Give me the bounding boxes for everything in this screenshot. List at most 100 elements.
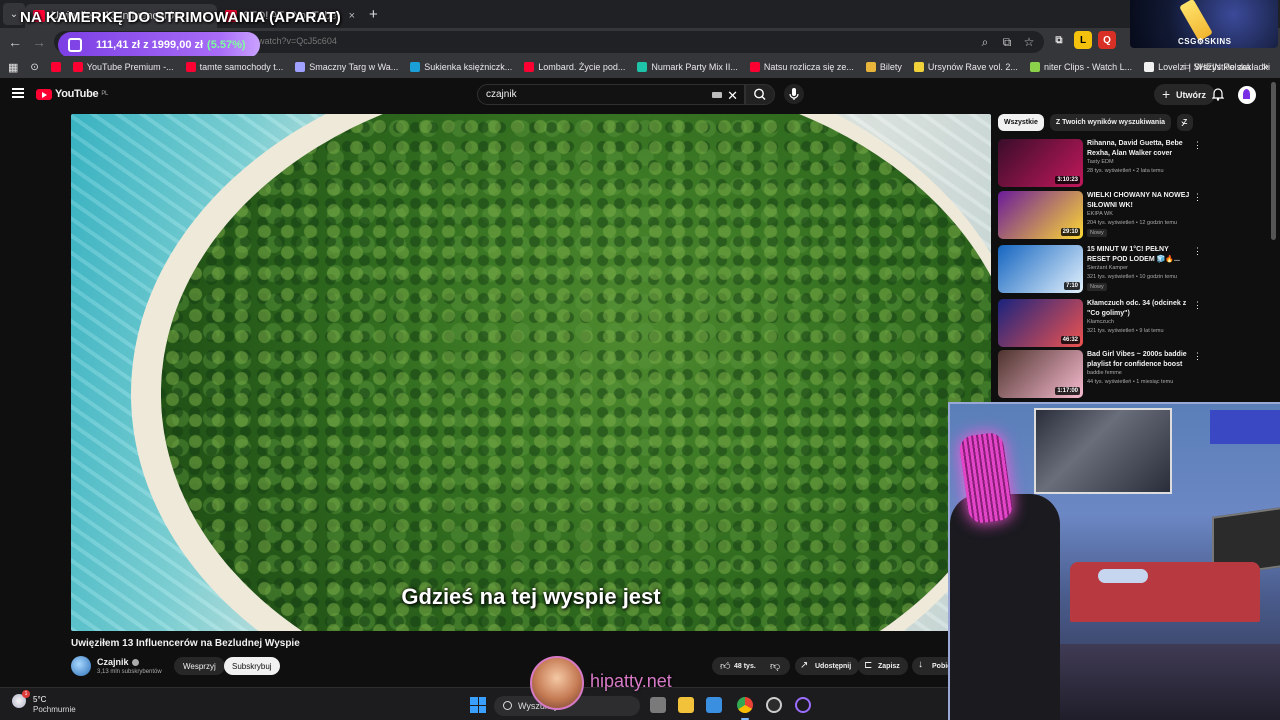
more-options-icon[interactable]: ⋮ (1193, 351, 1202, 362)
subscriber-count: 3,13 mln subskrybentów (97, 669, 162, 675)
extension-l-icon[interactable]: L (1074, 31, 1092, 49)
bookmark-label: Ursynów Rave vol. 2... (927, 62, 1018, 72)
install-app-icon[interactable]: ⧉ (998, 33, 1016, 51)
more-options-icon[interactable]: ⋮ (1193, 140, 1202, 151)
recommendation-channel[interactable]: EKIPA WK (1087, 211, 1113, 217)
menu-hamburger-icon[interactable] (12, 88, 24, 98)
create-button[interactable]: Utwórz (1154, 84, 1215, 105)
recommendation-meta: 204 tys. wyświetleń • 12 godzin temu (1087, 220, 1177, 226)
video-thumbnail[interactable]: 29:10 (998, 191, 1083, 239)
file-explorer-icon[interactable] (678, 697, 694, 713)
recommendation-item[interactable]: 29:10 WIELKI CHOWANY NA NOWEJ SIŁOWNI WK… (998, 191, 1208, 241)
video-frame-canopy (161, 114, 991, 631)
video-thumbnail[interactable]: 3:10:23 (998, 139, 1083, 187)
chrome-icon[interactable] (737, 697, 753, 713)
channel-avatar[interactable] (71, 656, 91, 676)
recommendation-title[interactable]: Rihanna, David Guetta, Bebe Rexha, Alan … (1087, 139, 1191, 159)
bookmark-folder-icon[interactable]: ⊙ (24, 62, 44, 73)
recommendation-item[interactable]: 46:32 Kłamczuch odc. 34 (odcinek z "Co g… (998, 299, 1208, 349)
bookmark-item[interactable]: YouTube Premium -... (67, 62, 180, 72)
forward-arrow-icon[interactable]: → (27, 30, 51, 54)
search-button[interactable] (745, 84, 775, 105)
bookmark-item[interactable] (45, 62, 67, 72)
more-options-icon[interactable]: ⋮ (1193, 246, 1202, 257)
account-avatar[interactable] (1238, 86, 1256, 104)
new-tab-button[interactable]: + (369, 6, 378, 23)
bookmark-item[interactable]: Sukienka księżniczk... (404, 62, 518, 72)
bookmark-item[interactable]: Natsu rozlicza się ze... (744, 62, 860, 72)
recommendation-title[interactable]: 15 MINUT W 1°C! PEŁNY RESET POD LODEM 🧊🔥… (1087, 245, 1191, 265)
verified-badge-icon (131, 659, 139, 667)
recommendation-channel[interactable]: Tasty EDM (1087, 159, 1114, 165)
more-options-icon[interactable]: ⋮ (1193, 192, 1202, 203)
bookmarks-bar: ▦ ⊙ YouTube Premium -... tamte samochody… (0, 56, 1280, 78)
bookmark-item[interactable]: Bilety (860, 62, 908, 72)
chip-more[interactable]: Z (1177, 114, 1194, 131)
recommendation-title[interactable]: WIELKI CHOWANY NA NOWEJ SIŁOWNI WK! (1087, 191, 1191, 211)
new-badge: Nowy (1087, 229, 1107, 237)
youtube-logo[interactable]: YouTube PL (36, 88, 108, 100)
windows-start-icon[interactable] (470, 697, 486, 713)
microsoft-store-icon[interactable] (706, 697, 722, 713)
video-thumbnail[interactable]: 1:17:00 (998, 350, 1083, 398)
thumbs-up-icon[interactable]: 👍︎ (720, 660, 730, 672)
bookmark-item[interactable]: Numark Party Mix II... (631, 62, 744, 72)
video-thumbnail[interactable]: 46:32 (998, 299, 1083, 347)
recommendation-item[interactable]: 1:17:00 Bad Girl Vibes ~ 2000s baddie pl… (998, 350, 1208, 400)
back-arrow-icon[interactable]: ← (3, 30, 27, 54)
bookmark-item[interactable]: Lombard. Życie pod... (518, 62, 631, 72)
download-icon: ↓ (918, 659, 923, 670)
bookmark-label: Smaczny Targ w Wa... (309, 62, 399, 72)
channel-name[interactable]: Czajnik (97, 657, 139, 667)
bookmark-item[interactable]: Ursynów Rave vol. 2... (908, 62, 1024, 72)
recommendation-channel[interactable]: Sierżant Kamper (1087, 265, 1128, 271)
price-current: 111,41 zł (96, 39, 141, 51)
bookmark-label: Sukienka księżniczk... (424, 62, 513, 72)
voice-search-button[interactable] (784, 84, 804, 104)
keyboard-icon[interactable] (712, 92, 722, 98)
tab-close-icon[interactable]: × (349, 10, 355, 22)
recommendation-item[interactable]: 3:10:23 Rihanna, David Guetta, Bebe Rexh… (998, 139, 1208, 189)
video-thumbnail[interactable]: 7:10 (998, 245, 1083, 293)
recommendation-channel[interactable]: Kłamczuch (1087, 319, 1114, 325)
search-input[interactable]: czajnik ✕ (477, 84, 745, 105)
price-tracker-pill[interactable]: 111,41 zł z 1999,00 zł (5.57%) (58, 32, 260, 58)
bookmark-item[interactable]: tamte samochody t... (180, 62, 290, 72)
app-icon[interactable] (766, 697, 782, 713)
bookmark-favicon-icon (749, 62, 760, 72)
search-icon (754, 88, 766, 100)
recommendation-item[interactable]: 7:10 15 MINUT W 1°C! PEŁNY RESET POD LOD… (998, 245, 1208, 295)
video-player[interactable]: Gdzieś na tej wyspie jest (71, 114, 991, 631)
omnibox-actions: ⌕ ⧉ ☆ (976, 31, 1044, 53)
apps-grid-icon[interactable]: ▦ (0, 61, 24, 74)
recommendation-title[interactable]: Bad Girl Vibes ~ 2000s baddie playlist f… (1087, 350, 1191, 370)
recommendation-channel[interactable]: baddie femme (1087, 370, 1122, 376)
chip-all[interactable]: Wszystkie (998, 114, 1044, 131)
recommendation-meta: 321 tys. wyświetleń • 10 godzin temu (1087, 274, 1177, 280)
weather-condition[interactable]: Pochmurnie (33, 705, 76, 714)
bookmark-favicon-icon (865, 62, 876, 72)
weather-temperature[interactable]: 5°C (33, 695, 46, 704)
notifications-bell-icon[interactable] (1212, 87, 1224, 101)
video-duration: 3:10:23 (1055, 176, 1080, 184)
bookmark-item[interactable]: niter Clips - Watch L... (1024, 62, 1138, 72)
chevron-right-icon[interactable]: › (1181, 118, 1185, 130)
task-view-icon[interactable] (650, 697, 666, 713)
extension-q-icon[interactable]: Q (1098, 31, 1116, 49)
page-scrollbar[interactable] (1271, 82, 1276, 240)
all-bookmarks-button[interactable]: ▭ Wszystkie zakładki (1182, 61, 1270, 72)
webcam-pillow (1098, 569, 1148, 583)
bookmark-item[interactable]: Smaczny Targ w Wa... (289, 62, 404, 72)
zoom-icon[interactable]: ⌕ (976, 33, 994, 51)
recommendation-title[interactable]: Kłamczuch odc. 34 (odcinek z "Co golimy"… (1087, 299, 1191, 319)
more-options-icon[interactable]: ⋮ (1193, 300, 1202, 311)
related-filter-chips: Wszystkie Z Twoich wyników wyszukiwania … (998, 114, 1194, 131)
chip-from-search[interactable]: Z Twoich wyników wyszukiwania (1049, 114, 1172, 131)
support-button[interactable]: Wesprzyj (174, 657, 225, 675)
bookmark-star-icon[interactable]: ☆ (1020, 33, 1038, 51)
thumbs-down-icon[interactable]: 👎︎ (770, 660, 780, 672)
extension-icon[interactable]: ⧉ (1050, 31, 1068, 49)
clear-search-icon[interactable]: ✕ (727, 88, 738, 104)
assistant-icon[interactable] (795, 697, 811, 713)
subscribe-button[interactable]: Subskrybuj (224, 657, 280, 675)
